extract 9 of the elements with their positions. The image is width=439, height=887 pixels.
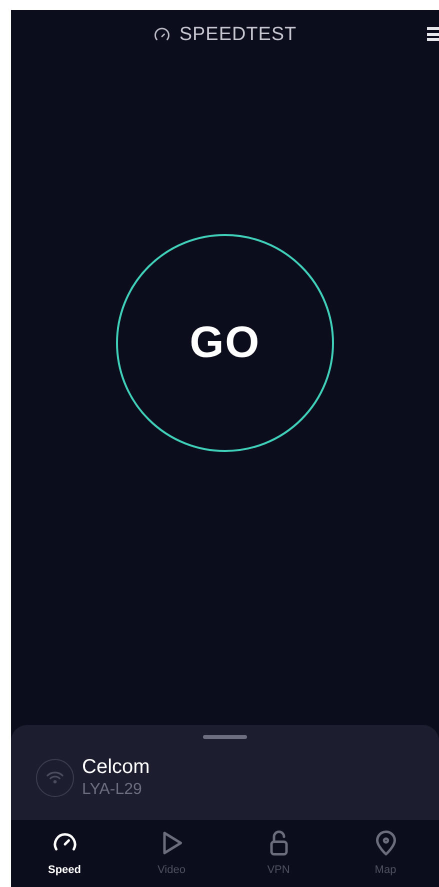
wifi-icon [36, 758, 74, 796]
menu-icon[interactable] [427, 26, 439, 42]
nav-tab[interactable]: Speed [11, 828, 118, 879]
go-button[interactable]: GO [116, 234, 334, 452]
drag-handle[interactable] [203, 735, 247, 739]
provider-name: Celcom [82, 755, 150, 780]
connection-sheet[interactable]: Celcom LYA-L29 [11, 725, 439, 820]
device-name: LYA-L29 [82, 780, 143, 800]
app-title: SPEEDTEST [179, 22, 297, 47]
